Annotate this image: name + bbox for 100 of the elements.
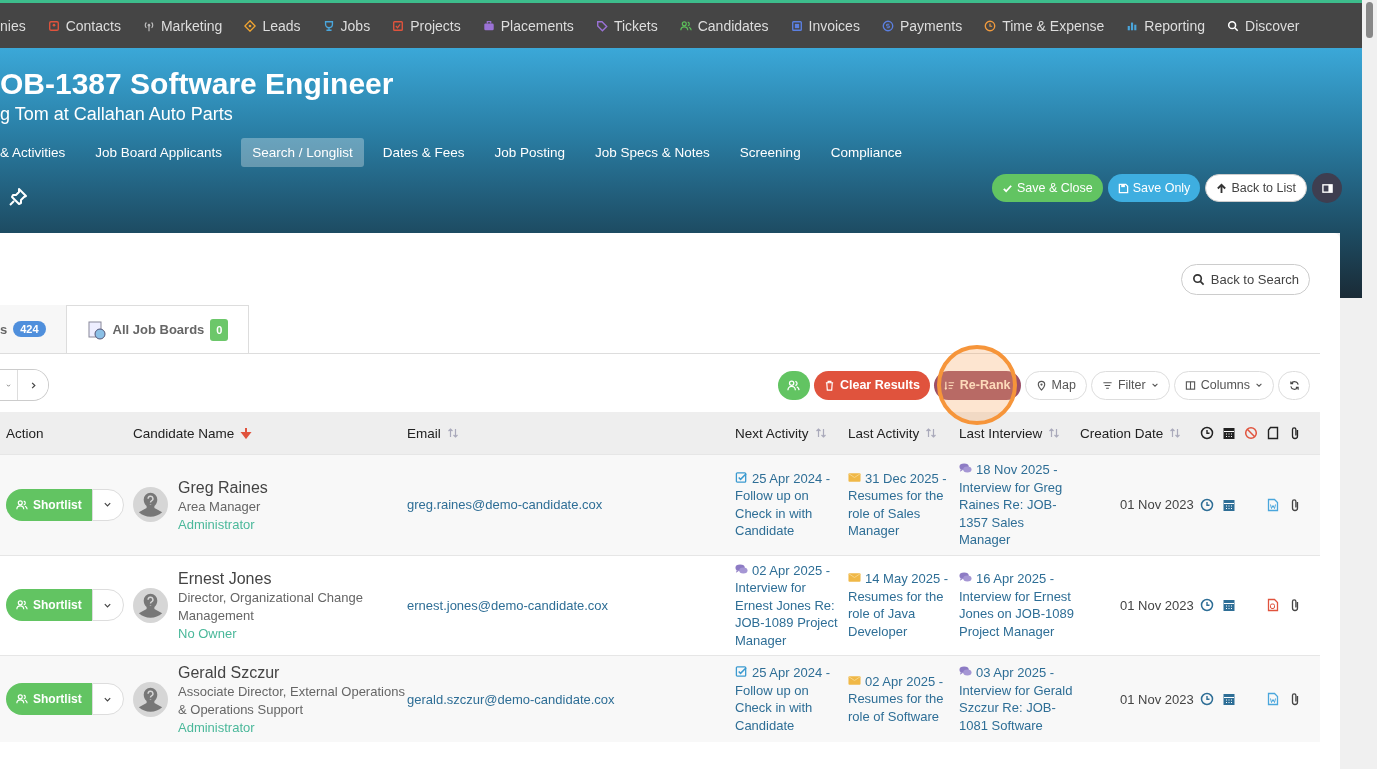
- nav-item[interactable]: Candidates: [679, 17, 769, 34]
- record-tab[interactable]: Screening: [728, 138, 812, 167]
- calendar-icon[interactable]: [1222, 497, 1236, 512]
- trash-icon: [823, 379, 835, 391]
- creation-date: 01 Nov 2023: [1119, 597, 1194, 613]
- column-header[interactable]: Last Activity: [848, 425, 920, 441]
- email-link[interactable]: gerald.szczur@demo-candidate.cox: [407, 691, 615, 707]
- activity-link[interactable]: 02 Apr 2025 - Resumes for the role of Software: [848, 672, 955, 726]
- chat-bubbles-icon: [735, 562, 748, 576]
- email-link[interactable]: greg.raines@demo-candidate.cox: [407, 497, 603, 513]
- word-document-icon[interactable]: [1266, 497, 1280, 512]
- re-rank-button[interactable]: Re-Rank: [933, 370, 1021, 400]
- nav-item[interactable]: Payments: [881, 17, 963, 34]
- columns-button[interactable]: Columns: [1173, 370, 1274, 400]
- pin-icon[interactable]: [8, 187, 28, 207]
- nav-item[interactable]: Tickets: [595, 17, 658, 34]
- activity-link[interactable]: 02 Apr 2025 - Interview for Ernest Jones Re: JOB-1089 Project Manager: [735, 561, 844, 649]
- count-badge: 424: [13, 321, 46, 337]
- action-dropdown-button[interactable]: [91, 589, 124, 622]
- word-document-icon[interactable]: [1266, 692, 1280, 706]
- record-tab[interactable]: & Activities: [0, 138, 77, 167]
- activity-link[interactable]: 25 Apr 2024 - Follow up on Check in with Candidate: [735, 469, 844, 540]
- record-tab[interactable]: Job Posting: [483, 138, 577, 167]
- chat-bubbles-icon: [959, 665, 972, 678]
- activity-link[interactable]: 25 Apr 2024 - Follow up on Check in with Candidate: [735, 664, 844, 734]
- activity-link[interactable]: 18 Nov 2025 - Interview for Greg Raines Re: JOB-1357 Sales Manager: [959, 461, 1076, 549]
- calendar-icon[interactable]: [1222, 692, 1236, 706]
- task-check-icon: [735, 470, 748, 484]
- clear-results-button[interactable]: Clear Results: [813, 370, 930, 400]
- results-tab[interactable]: s 424: [0, 305, 66, 353]
- shortlist-all-button[interactable]: [777, 370, 810, 400]
- sort-icon[interactable]: [446, 427, 459, 439]
- nav-item[interactable]: Marketing: [142, 17, 223, 34]
- email-link[interactable]: ernest.jones@demo-candidate.cox: [407, 597, 609, 613]
- nav-item[interactable]: Invoices: [790, 17, 860, 34]
- nav-item[interactable]: Time & Expense: [984, 17, 1105, 34]
- search-icon: [1191, 273, 1205, 286]
- sort-desc-icon[interactable]: [240, 427, 253, 439]
- avatar-silhouette-icon: [133, 681, 168, 717]
- chevron-down-icon: [1150, 381, 1159, 389]
- task-check-icon: [735, 665, 748, 678]
- back-to-search-button[interactable]: Back to Search: [1180, 264, 1310, 295]
- header-button[interactable]: Back to List: [1205, 174, 1307, 202]
- refresh-button[interactable]: [1278, 370, 1310, 400]
- record-tab[interactable]: Dates & Fees: [371, 138, 476, 167]
- filter-button[interactable]: Filter: [1090, 370, 1170, 400]
- sort-icon[interactable]: [814, 427, 827, 439]
- candidate-name[interactable]: Gerald Szczur: [178, 662, 407, 683]
- activity-link[interactable]: 14 May 2025 - Resumes for the role of Java Developer: [848, 570, 955, 641]
- tag-icon: [595, 19, 608, 32]
- next-page-button[interactable]: [17, 370, 48, 400]
- results-tab[interactable]: All Job Boards 0: [65, 305, 250, 353]
- nav-item[interactable]: Leads: [244, 17, 301, 34]
- activity-link[interactable]: 03 Apr 2025 - Interview for Gerald Szczur Re: JOB-1081 Software: [959, 664, 1076, 734]
- clock-icon: [1200, 426, 1214, 440]
- nav-item[interactable]: Reporting: [1126, 17, 1206, 34]
- nav-item[interactable]: Discover: [1227, 17, 1300, 34]
- envelope-icon: [848, 571, 861, 585]
- nav-item[interactable]: Placements: [482, 17, 574, 34]
- side-panel-icon: [1321, 182, 1333, 194]
- nav-item[interactable]: Jobs: [322, 17, 371, 34]
- calendar-icon[interactable]: [1222, 598, 1236, 613]
- people-icon: [787, 378, 801, 392]
- record-tab[interactable]: Job Specs & Notes: [584, 138, 721, 167]
- column-header[interactable]: Action: [6, 425, 44, 441]
- side-panel-button[interactable]: [1312, 173, 1342, 203]
- briefcase-icon: [482, 19, 495, 32]
- column-header[interactable]: Email: [407, 425, 441, 441]
- scrollbar[interactable]: [1362, 0, 1377, 769]
- column-header[interactable]: Last Interview: [959, 425, 1043, 441]
- record-tab[interactable]: Compliance: [819, 138, 913, 167]
- candidate-job-title: Area Manager: [178, 497, 262, 516]
- map-button[interactable]: Map: [1024, 370, 1087, 400]
- activity-link[interactable]: 16 Apr 2025 - Interview for Ernest Jones on JOB-1089 Project Manager: [959, 570, 1076, 641]
- nav-item[interactable]: Contacts: [47, 17, 121, 34]
- sort-icon[interactable]: [1048, 427, 1061, 439]
- activity-link[interactable]: 31 Dec 2025 - Resumes for the role of Sales Manager: [848, 469, 955, 540]
- column-header[interactable]: Candidate Name: [133, 425, 235, 441]
- pdf-document-icon[interactable]: [1266, 598, 1280, 613]
- count-badge: 0: [210, 318, 229, 341]
- record-tab[interactable]: Job Board Applicants: [84, 138, 234, 167]
- clock-icon[interactable]: [1200, 692, 1214, 706]
- sort-icon[interactable]: [925, 427, 938, 439]
- filter-icon: [1101, 379, 1113, 391]
- action-dropdown-button[interactable]: [91, 488, 124, 521]
- sort-list-icon: [943, 379, 955, 391]
- scrollbar-thumb[interactable]: [1366, 2, 1373, 38]
- arrow-up-icon: [1216, 182, 1228, 194]
- column-header[interactable]: Next Activity: [735, 425, 809, 441]
- people-icon: [16, 599, 28, 612]
- nav-item[interactable]: Projects: [392, 17, 461, 34]
- candidate-name[interactable]: Ernest Jones: [178, 568, 407, 590]
- column-header[interactable]: Creation Date: [1080, 425, 1164, 441]
- candidate-name[interactable]: Greg Raines: [178, 476, 268, 498]
- clock-icon[interactable]: [1200, 497, 1214, 512]
- sort-icon[interactable]: [1169, 427, 1182, 439]
- nav-item[interactable]: nies: [0, 17, 26, 34]
- action-dropdown-button[interactable]: [91, 683, 124, 715]
- clock-icon[interactable]: [1200, 598, 1214, 613]
- avatar-silhouette-icon: [133, 587, 168, 623]
